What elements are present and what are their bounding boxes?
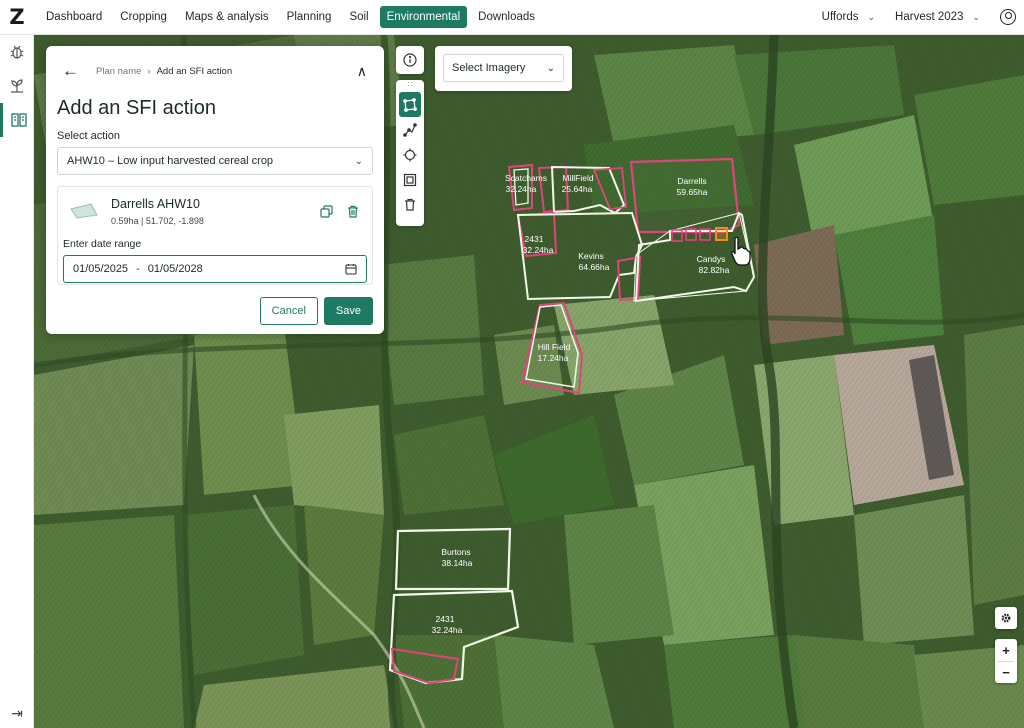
left-sidebar: ⇥ bbox=[0, 35, 34, 728]
environmental-icon[interactable] bbox=[0, 103, 34, 137]
field-label-name: 2431 bbox=[436, 614, 455, 624]
panel-title: Add an SFI action bbox=[57, 97, 216, 119]
drag-handle-icon[interactable]: ∷ bbox=[396, 80, 424, 92]
map-info-button[interactable] bbox=[396, 46, 424, 74]
select-polygon-icon bbox=[403, 97, 417, 112]
field-label-area: 17.24ha bbox=[538, 353, 569, 363]
seedling-icon[interactable] bbox=[0, 69, 34, 103]
chevron-down-icon: ⌄ bbox=[972, 11, 980, 22]
select-action-label: Select action bbox=[57, 130, 120, 142]
field-label-name: Hill Field bbox=[538, 342, 571, 352]
user-account-icon[interactable] bbox=[1000, 9, 1016, 25]
delete-tool[interactable] bbox=[396, 192, 424, 217]
draw-line-tool[interactable] bbox=[396, 117, 424, 142]
copy-icon[interactable] bbox=[320, 204, 333, 218]
date-range-label: Enter date range bbox=[63, 238, 142, 250]
panel-actions: Cancel Save bbox=[57, 297, 373, 325]
chevron-down-icon: ⌄ bbox=[546, 62, 555, 74]
calendar-icon[interactable] bbox=[345, 263, 357, 275]
zoom-in-button[interactable]: + bbox=[1002, 639, 1010, 661]
chevron-down-icon: ⌄ bbox=[354, 155, 363, 167]
field-shape-icon bbox=[70, 203, 98, 219]
cancel-button[interactable]: Cancel bbox=[259, 297, 318, 325]
square-tool[interactable] bbox=[396, 167, 424, 192]
field-card: Darrells AHW10 0.59ha | 51.702, -1.898 E… bbox=[57, 186, 373, 285]
zoom-out-button[interactable]: − bbox=[1002, 662, 1010, 683]
field-label-area: 32.24ha bbox=[432, 625, 463, 635]
field-label-area: 59.65ha bbox=[677, 187, 708, 197]
field-label-area: 25.64ha bbox=[562, 184, 593, 194]
crosshair-tool[interactable] bbox=[396, 142, 424, 167]
field-label-name: Darrells bbox=[677, 176, 706, 186]
app-logo[interactable]: Z bbox=[0, 0, 34, 35]
field-label-name: MillField bbox=[562, 173, 593, 183]
zoom-controls: + − bbox=[995, 639, 1017, 683]
chevron-down-icon: ⌄ bbox=[867, 11, 876, 22]
date-range-input[interactable]: 01/05/2025 - 01/05/2028 bbox=[63, 255, 367, 283]
top-navigation-bar: Z Dashboard Cropping Maps & analysis Pla… bbox=[0, 0, 1024, 35]
field-card-title: Darrells AHW10 bbox=[111, 196, 200, 211]
field-label-area: 64.66ha bbox=[579, 262, 610, 272]
draw-line-icon bbox=[403, 122, 417, 137]
nav-soil[interactable]: Soil bbox=[342, 6, 375, 28]
farm-selector[interactable]: Uffords ⌄ bbox=[822, 11, 875, 23]
back-arrow-icon[interactable]: ← bbox=[62, 61, 88, 81]
field-label-area: 82.82ha bbox=[699, 265, 730, 275]
date-separator: - bbox=[136, 263, 140, 275]
farm-name: Uffords bbox=[821, 11, 859, 23]
field-label-area: 32.24ha bbox=[506, 184, 537, 194]
field-label-name: Kevins bbox=[578, 251, 604, 261]
drawing-toolbar: ∷ bbox=[396, 80, 424, 226]
panel-header: ← Plan name › Add an SFI action ∧ bbox=[57, 46, 373, 96]
expand-sidebar-icon[interactable]: ⇥ bbox=[0, 705, 34, 722]
field-label-area: 32.24ha bbox=[523, 245, 554, 255]
date-from: 01/05/2025 bbox=[73, 263, 129, 275]
crosshair-icon bbox=[403, 148, 417, 161]
bug-icon[interactable] bbox=[0, 35, 34, 69]
save-button[interactable]: Save bbox=[323, 297, 373, 325]
main-nav: Dashboard Cropping Maps & analysis Plann… bbox=[39, 6, 542, 28]
field-label-name: 2431 bbox=[525, 234, 544, 244]
date-to: 01/05/2028 bbox=[147, 263, 203, 275]
add-sfi-action-panel: ← Plan name › Add an SFI action ∧ Add an… bbox=[46, 46, 384, 334]
field-label-area: 38.14ha bbox=[442, 558, 473, 568]
imagery-select[interactable]: Select Imagery ⌄ bbox=[443, 54, 564, 82]
season-name: Harvest 2023 bbox=[895, 11, 964, 23]
trash-icon bbox=[405, 198, 415, 211]
nav-dashboard[interactable]: Dashboard bbox=[39, 6, 109, 28]
action-select[interactable]: AHW10 – Low input harvested cereal crop … bbox=[57, 147, 373, 175]
map-settings-button[interactable] bbox=[995, 607, 1017, 629]
breadcrumb: Plan name › Add an SFI action bbox=[96, 66, 232, 77]
info-icon bbox=[403, 53, 417, 67]
selected-action-value: AHW10 – Low input harvested cereal crop bbox=[67, 155, 274, 167]
nav-maps-analysis[interactable]: Maps & analysis bbox=[178, 6, 276, 28]
breadcrumb-separator-icon: › bbox=[147, 65, 151, 77]
square-icon bbox=[403, 173, 417, 186]
imagery-select-value: Select Imagery bbox=[452, 62, 526, 74]
nav-cropping[interactable]: Cropping bbox=[113, 6, 174, 28]
trash-icon[interactable] bbox=[347, 205, 359, 218]
breadcrumb-parent[interactable]: Plan name bbox=[96, 66, 141, 77]
top-right-controls: Uffords ⌄ Harvest 2023 ⌄ bbox=[822, 9, 1024, 25]
field-label-name: Candys bbox=[697, 254, 726, 264]
season-selector[interactable]: Harvest 2023 ⌄ bbox=[895, 11, 980, 23]
nav-environmental[interactable]: Environmental bbox=[379, 6, 468, 28]
gear-icon bbox=[1001, 613, 1011, 623]
nav-planning[interactable]: Planning bbox=[280, 6, 339, 28]
breadcrumb-current: Add an SFI action bbox=[156, 65, 233, 77]
imagery-panel: Select Imagery ⌄ bbox=[435, 46, 572, 91]
field-card-meta: 0.59ha | 51.702, -1.898 bbox=[111, 215, 204, 226]
field-label-name: Burtons bbox=[441, 547, 470, 557]
nav-downloads[interactable]: Downloads bbox=[471, 6, 542, 28]
select-polygon-tool[interactable] bbox=[399, 92, 421, 117]
collapse-panel-icon[interactable]: ∧ bbox=[357, 63, 367, 80]
field-label-name: Scatchams bbox=[505, 173, 547, 183]
